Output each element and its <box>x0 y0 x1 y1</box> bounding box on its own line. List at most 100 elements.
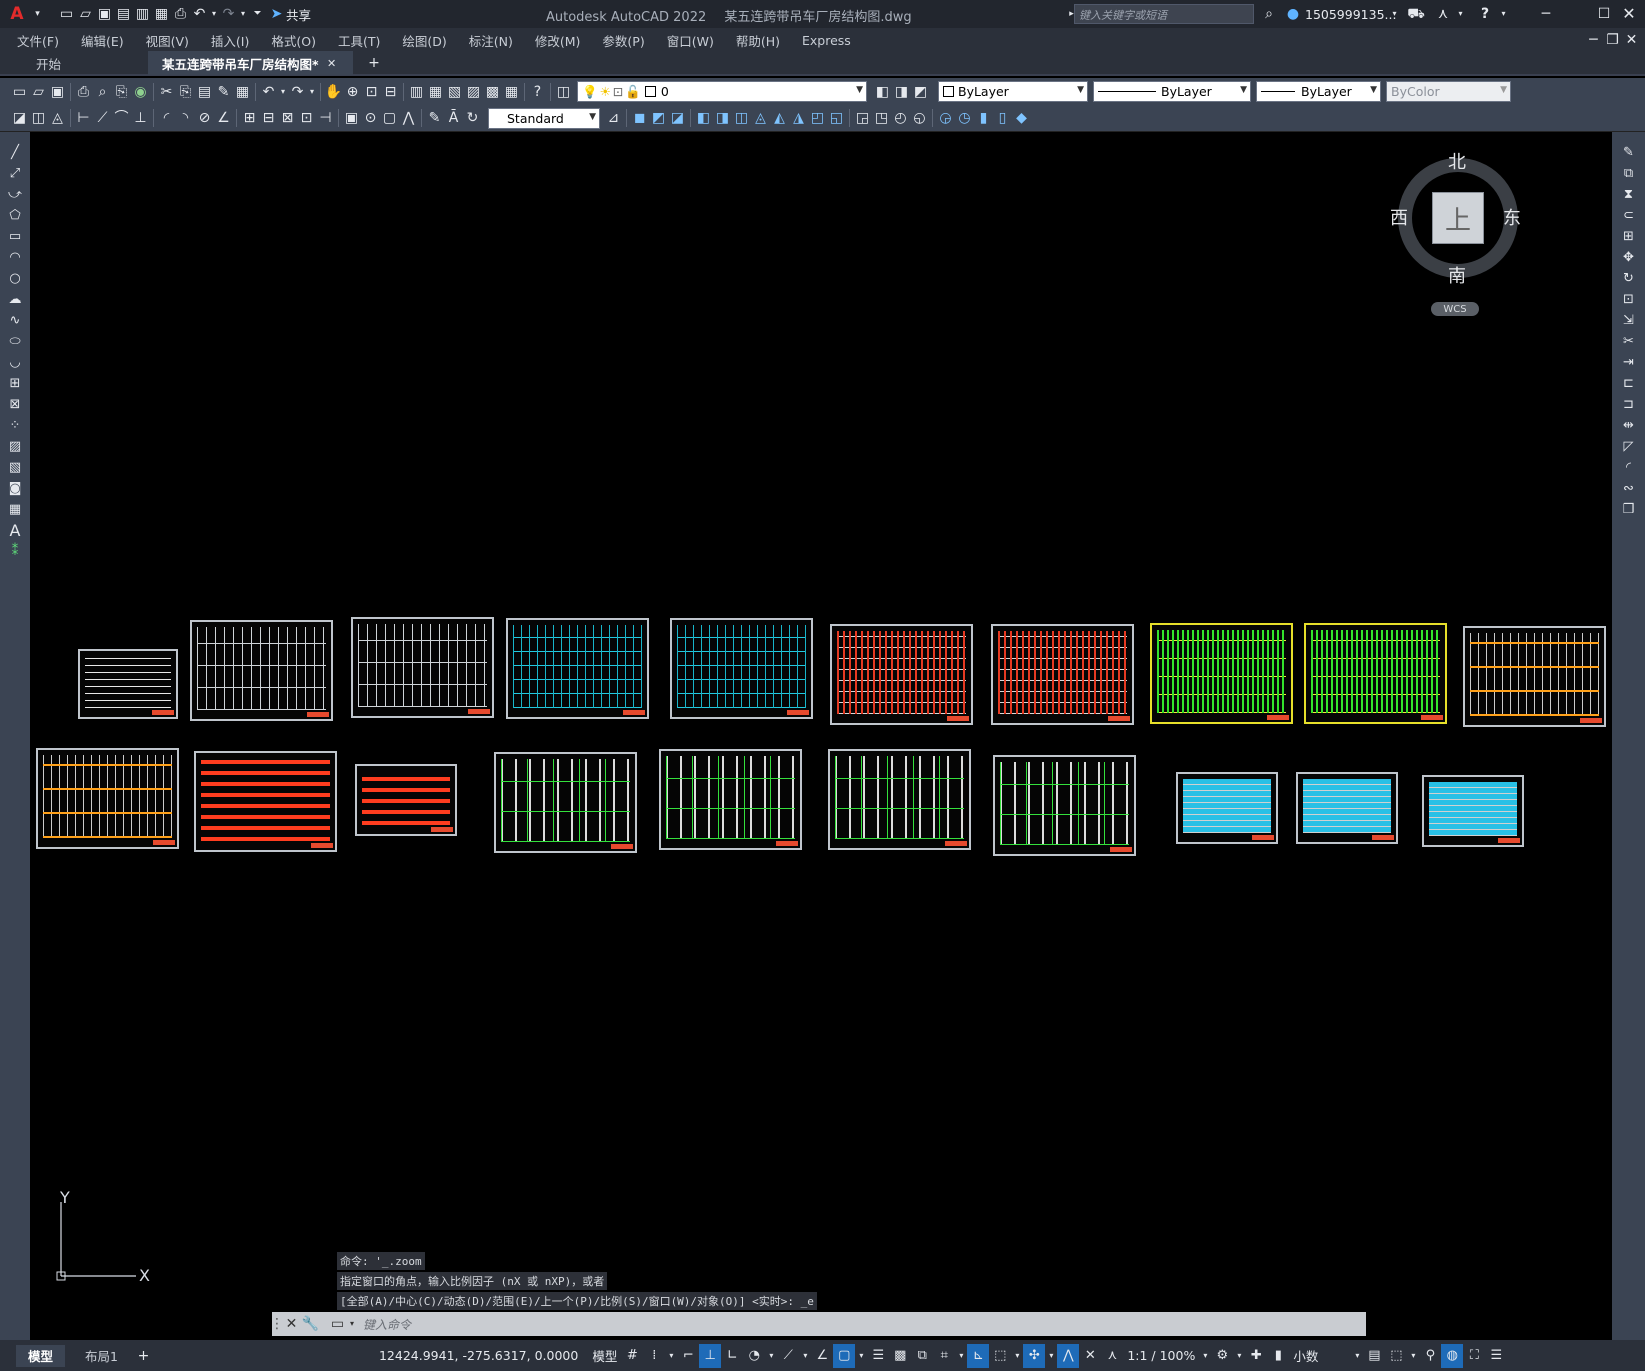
dim-diameter-icon[interactable]: ⊘ <box>195 107 214 129</box>
quick-properties-icon[interactable]: ▤ <box>1363 1344 1385 1368</box>
menu-express[interactable]: Express <box>791 33 862 48</box>
calculator-icon[interactable]: ▦ <box>502 81 521 103</box>
dim-aligned-icon[interactable]: ⟋ <box>93 107 112 129</box>
gizmo-dropdown-icon[interactable]: ▾ <box>1045 1344 1057 1368</box>
block-editor-icon[interactable]: ▦ <box>233 81 252 103</box>
isodraft-dropdown-icon[interactable]: ▾ <box>799 1344 811 1368</box>
menu-edit[interactable]: 编辑(E) <box>70 31 135 50</box>
insert-block-icon[interactable]: ⊞ <box>4 373 26 394</box>
isodraft-icon[interactable]: ⟋ <box>777 1344 799 1368</box>
object-snap-icon[interactable]: ▢ <box>833 1343 856 1368</box>
close-icon[interactable]: ✕ <box>1618 3 1640 25</box>
sphere-icon[interactable]: ◆ <box>1012 107 1031 129</box>
dim-angular-icon[interactable]: ∠ <box>214 107 233 129</box>
sheet-set-icon[interactable]: ▨ <box>464 81 483 103</box>
drawing-sheet[interactable] <box>991 624 1134 725</box>
gizmo-icon[interactable]: ✣ <box>1023 1343 1046 1368</box>
dynamic-input-icon[interactable]: ⊥ <box>699 1343 722 1368</box>
web-publish-icon[interactable]: ◉ <box>131 81 150 103</box>
blend-curves-icon[interactable]: ∾ <box>1618 478 1640 499</box>
wedge-icon[interactable]: ▮ <box>974 107 993 129</box>
viewcube-south[interactable]: 南 <box>1448 262 1466 288</box>
drawing-sheet[interactable] <box>355 764 457 836</box>
menu-file[interactable]: 文件(F) <box>6 31 70 50</box>
polyline-icon[interactable]: ⤻ <box>4 184 26 205</box>
subtract-icon[interactable]: ◩ <box>649 107 668 129</box>
open-icon[interactable]: ▱ <box>29 81 48 103</box>
rectangle-icon[interactable]: ▭ <box>4 226 26 247</box>
circle-icon[interactable]: ○ <box>4 268 26 289</box>
spline-icon[interactable]: ∿ <box>4 310 26 331</box>
isolate-objects-icon[interactable]: ⚲ <box>1419 1344 1441 1368</box>
drawing-sheet[interactable] <box>494 752 637 853</box>
undo-icon[interactable]: ↶ <box>259 81 278 103</box>
menu-window[interactable]: 窗口(W) <box>656 31 725 50</box>
match-properties-icon[interactable]: ✎ <box>214 81 233 103</box>
menu-dimension[interactable]: 标注(N) <box>458 31 524 50</box>
point-icon[interactable]: ⁘ <box>4 415 26 436</box>
redo-icon[interactable]: ↷ <box>219 3 238 25</box>
multiline-text-icon[interactable]: A <box>4 520 26 541</box>
box-icon[interactable]: ◷ <box>955 107 974 129</box>
undo-dropdown-icon[interactable]: ▾ <box>209 3 219 25</box>
annotation-visibility-icon[interactable]: ⋀ <box>1057 1343 1080 1368</box>
separate-icon[interactable]: ◴ <box>891 107 910 129</box>
redo-dropdown-icon[interactable]: ▾ <box>307 81 317 103</box>
dynamic-ucs-icon[interactable]: ⊾ <box>967 1343 990 1368</box>
dim-baseline-icon[interactable]: ⊟ <box>259 107 278 129</box>
infer-constraints-icon[interactable]: ⌐ <box>677 1344 699 1368</box>
export-icon[interactable]: ▦ <box>152 3 171 25</box>
drawing-sheet[interactable] <box>1304 623 1447 724</box>
selection-filter-icon[interactable]: ⬚ <box>989 1344 1011 1368</box>
extend-icon[interactable]: ⇥ <box>1618 352 1640 373</box>
union-icon[interactable]: ◼ <box>630 107 649 129</box>
add-selected-icon[interactable]: ⁑ <box>4 541 26 562</box>
delete-faces-icon[interactable]: ◬ <box>751 107 770 129</box>
plot-icon[interactable]: ⎙ <box>74 81 93 103</box>
qnew-icon[interactable]: ▭ <box>10 81 29 103</box>
maximize-icon[interactable]: ☐ <box>1593 3 1615 25</box>
menu-tools[interactable]: 工具(T) <box>327 31 391 50</box>
dim-break-icon[interactable]: ⊣ <box>316 107 335 129</box>
menu-help[interactable]: 帮助(H) <box>725 31 791 50</box>
offset-faces-icon[interactable]: ◫ <box>732 107 751 129</box>
tab-model[interactable]: 模型 <box>16 1344 66 1367</box>
dim-override-icon[interactable]: ◬ <box>48 107 67 129</box>
cut-icon[interactable]: ✂ <box>157 81 176 103</box>
viewcube-top-face[interactable]: 上 <box>1432 192 1484 244</box>
redo-icon[interactable]: ↷ <box>288 81 307 103</box>
annotation-scale-value[interactable]: 1:1 / 100% <box>1123 1348 1199 1363</box>
open-file-icon[interactable]: ▱ <box>76 3 95 25</box>
dim-arc-icon[interactable]: ⌒ <box>112 107 131 129</box>
drawing-sheet[interactable] <box>1422 775 1524 847</box>
make-current-layer-icon[interactable]: ◧ <box>873 81 892 103</box>
viewcube-ring[interactable]: 上 <box>1398 158 1518 278</box>
app-menu-chevron-icon[interactable]: ▾ <box>28 3 47 25</box>
tab-start[interactable]: 开始 <box>22 51 148 75</box>
erase-icon[interactable]: ✎ <box>1618 142 1640 163</box>
text-style-select[interactable]: Standard ▼ <box>488 107 600 129</box>
lock-ui-dropdown-icon[interactable]: ▾ <box>1407 1344 1419 1368</box>
revision-cloud-icon[interactable]: ☁ <box>4 289 26 310</box>
rotate-icon[interactable]: ↻ <box>1618 268 1640 289</box>
markup-icon[interactable]: ▩ <box>483 81 502 103</box>
rotate-faces-icon[interactable]: ◭ <box>770 107 789 129</box>
command-input[interactable]: 键入命令 <box>363 1316 411 1333</box>
menu-draw[interactable]: 绘图(D) <box>391 31 457 50</box>
fillet-icon[interactable]: ◜ <box>1618 457 1640 478</box>
layer-viewport-icon[interactable]: ⊡ <box>613 84 623 99</box>
properties-icon[interactable]: ▥ <box>407 81 426 103</box>
workspace-dropdown-icon[interactable]: ▾ <box>1233 1344 1245 1368</box>
zoom-window-icon[interactable]: ⊡ <box>362 81 381 103</box>
offset-icon[interactable]: ⊂ <box>1618 205 1640 226</box>
copy-icon[interactable]: ⎘ <box>176 81 195 103</box>
share-icon[interactable]: ➤ <box>267 3 286 25</box>
drawing-sheet[interactable] <box>36 748 179 849</box>
layer-previous-icon[interactable]: ◨ <box>892 81 911 103</box>
layer-freeze-icon[interactable]: ☀ <box>600 84 611 99</box>
drawing-sheet[interactable] <box>506 618 649 719</box>
paste-icon[interactable]: ▤ <box>195 81 214 103</box>
print-icon[interactable]: ⎙ <box>171 3 190 25</box>
pan-icon[interactable]: ✋ <box>324 81 343 103</box>
viewcube-north[interactable]: 北 <box>1448 148 1466 174</box>
